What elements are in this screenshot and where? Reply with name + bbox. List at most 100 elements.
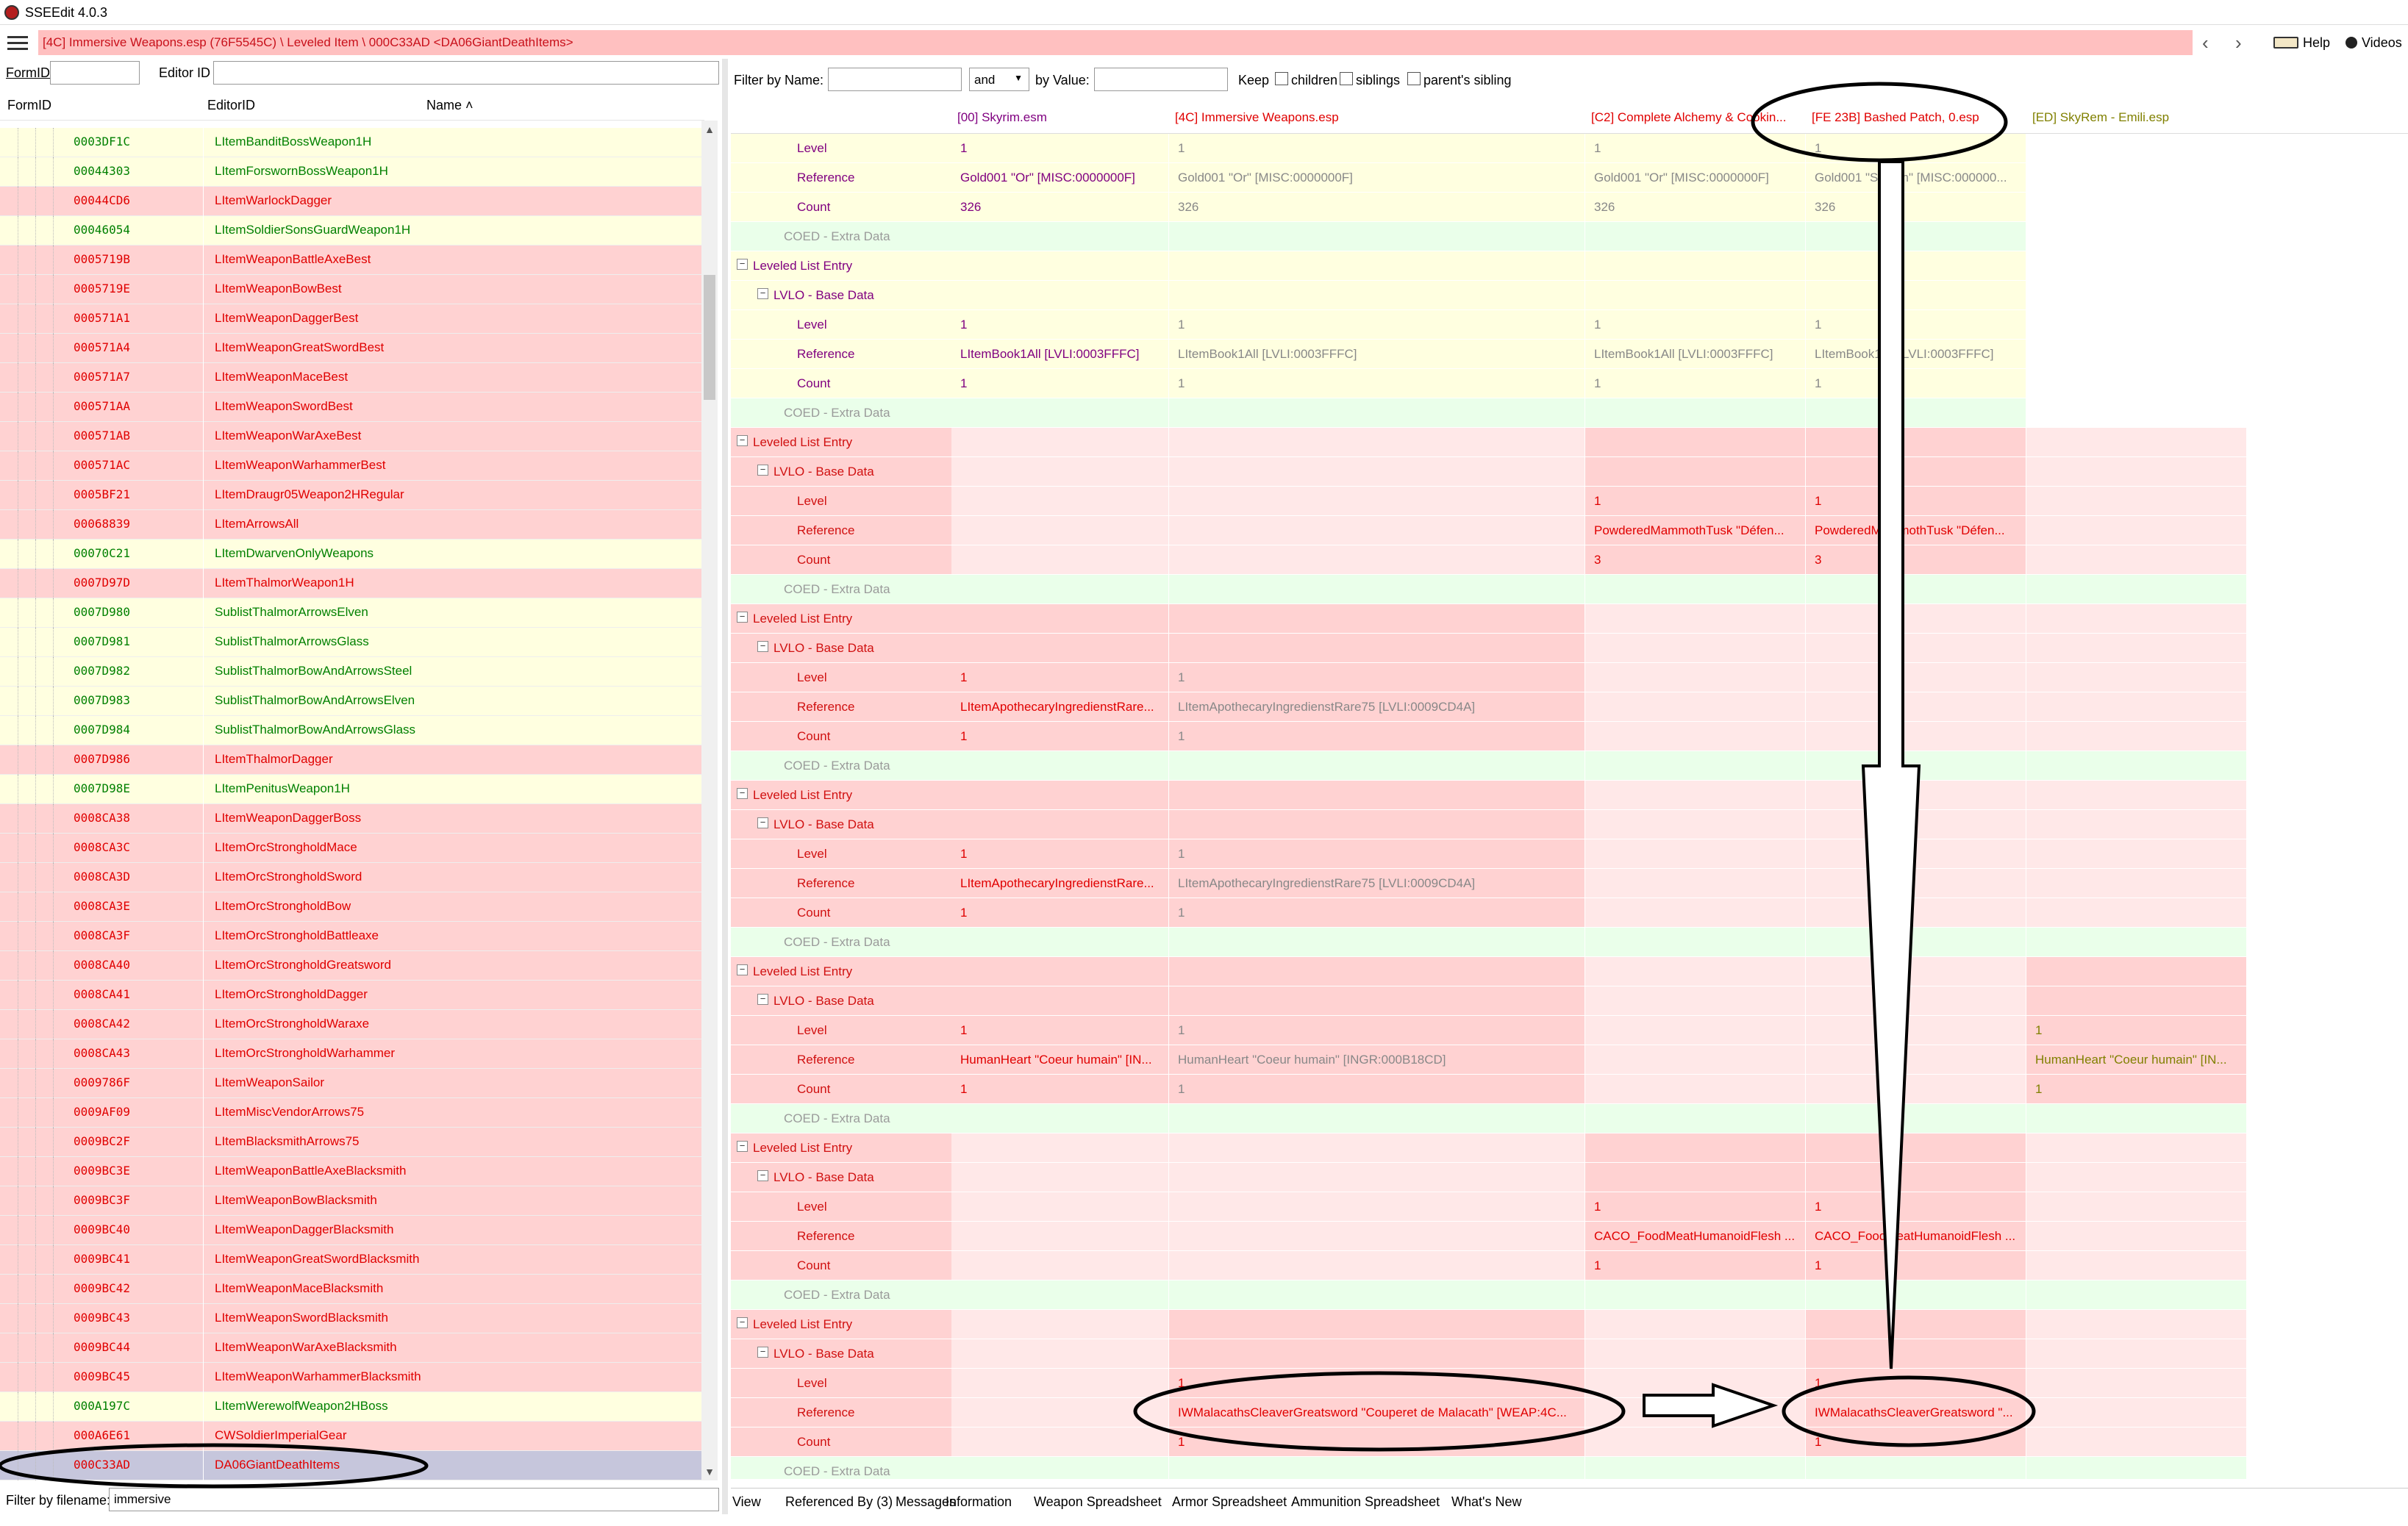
value-cell[interactable]: [1169, 457, 1585, 487]
forward-arrow-icon[interactable]: ›: [2235, 33, 2242, 52]
record-row-level[interactable]: Level 1 1: [731, 1192, 2408, 1222]
record-row-reference[interactable]: Reference CACO_FoodMeatHumanoidFlesh ... C…: [731, 1222, 2408, 1251]
value-cell[interactable]: 1: [951, 898, 1169, 928]
value-cell[interactable]: [1585, 457, 1806, 487]
value-cell[interactable]: LItemApothecaryIngredienstRare...: [951, 869, 1169, 898]
list-item[interactable]: 0007D983 SublistThalmorBowAndArrowsElven: [0, 687, 701, 716]
value-cell[interactable]: [1806, 1016, 2026, 1045]
value-cell[interactable]: PowderedMammothTusk "Défen...: [1585, 516, 1806, 545]
value-cell[interactable]: [2026, 398, 2247, 428]
list-item[interactable]: 0007D982 SublistThalmorBowAndArrowsSteel: [0, 657, 701, 687]
value-cell[interactable]: 1: [951, 369, 1169, 398]
value-cell[interactable]: [1169, 810, 1585, 839]
value-cell[interactable]: [951, 281, 1169, 310]
value-cell[interactable]: IWMalacathsCleaverGreatsword "Couperet d…: [1169, 1398, 1585, 1428]
collapse-toggle-icon[interactable]: −: [757, 1170, 768, 1181]
value-cell[interactable]: [1169, 1192, 1585, 1222]
list-item[interactable]: 0007D986 LItemThalmorDagger: [0, 745, 701, 775]
value-cell[interactable]: [1169, 1457, 1585, 1479]
record-row-lle[interactable]: − Leveled List Entry: [731, 428, 2408, 457]
formid-filter-input[interactable]: [50, 61, 140, 85]
value-cell[interactable]: 1: [1169, 310, 1585, 340]
list-item[interactable]: 00044303 LItemForswornBossWeapon1H: [0, 157, 701, 187]
collapse-toggle-icon[interactable]: −: [737, 1317, 748, 1328]
value-cell[interactable]: [951, 516, 1169, 545]
value-cell[interactable]: [1806, 663, 2026, 692]
list-item[interactable]: 000571AA LItemWeaponSwordBest: [0, 393, 701, 422]
value-cell[interactable]: [951, 487, 1169, 516]
value-cell[interactable]: HumanHeart "Coeur humain" [INGR:000B18CD…: [1169, 1045, 1585, 1075]
scroll-thumb[interactable]: [704, 275, 715, 400]
value-cell[interactable]: [951, 810, 1169, 839]
value-cell[interactable]: [1169, 428, 1585, 457]
value-cell[interactable]: [1585, 810, 1806, 839]
record-row-lvlo[interactable]: − LVLO - Base Data: [731, 986, 2408, 1016]
value-cell[interactable]: [1806, 428, 2026, 457]
value-cell[interactable]: IWMalacathsCleaverGreatsword "...: [1806, 1398, 2026, 1428]
value-cell[interactable]: [1169, 487, 1585, 516]
list-item[interactable]: 0007D98E LItemPenitusWeapon1H: [0, 775, 701, 804]
value-cell[interactable]: 1: [951, 310, 1169, 340]
value-cell[interactable]: [1169, 1339, 1585, 1369]
pane-splitter[interactable]: [722, 59, 728, 1514]
value-cell[interactable]: [1806, 1045, 2026, 1075]
siblings-checkbox[interactable]: [1340, 72, 1353, 85]
record-row-lle[interactable]: − Leveled List Entry: [731, 957, 2408, 986]
record-row-lle[interactable]: − Leveled List Entry: [731, 251, 2408, 281]
value-cell[interactable]: [1806, 1457, 2026, 1479]
value-cell[interactable]: [1806, 1310, 2026, 1339]
plugin-column-3[interactable]: [FE 23B] Bashed Patch, 0.esp: [1812, 110, 2022, 125]
left-scrollbar[interactable]: ▲ ▼: [701, 121, 718, 1480]
value-cell[interactable]: 3: [1585, 545, 1806, 575]
value-cell[interactable]: 326: [1585, 193, 1806, 222]
record-row-lvlo[interactable]: − LVLO - Base Data: [731, 810, 2408, 839]
value-cell[interactable]: [2026, 310, 2247, 340]
value-cell[interactable]: 1: [1585, 487, 1806, 516]
value-cell[interactable]: [1585, 1163, 1806, 1192]
value-cell[interactable]: [1806, 810, 2026, 839]
value-cell[interactable]: [1806, 692, 2026, 722]
value-cell[interactable]: [1806, 751, 2026, 781]
value-cell[interactable]: [1169, 1133, 1585, 1163]
value-cell[interactable]: [2026, 134, 2247, 163]
record-row-level[interactable]: Level 1 1: [731, 487, 2408, 516]
and-or-select[interactable]: and ▼: [969, 68, 1029, 91]
record-row-lle[interactable]: − Leveled List Entry: [731, 1133, 2408, 1163]
value-cell[interactable]: [2026, 1104, 2247, 1133]
list-item[interactable]: 0009BC41 LItemWeaponGreatSwordBlacksmith: [0, 1245, 701, 1275]
value-cell[interactable]: 1: [1806, 1192, 2026, 1222]
list-item[interactable]: 0008CA43 LItemOrcStrongholdWarhammer: [0, 1039, 701, 1069]
plugin-column-2[interactable]: [C2] Complete Alchemy & Cookin...: [1591, 110, 1801, 125]
value-cell[interactable]: [2026, 1280, 2247, 1310]
value-cell[interactable]: [2026, 1398, 2247, 1428]
value-cell[interactable]: LItemApothecaryIngredienstRare75 [LVLI:0…: [1169, 692, 1585, 722]
value-cell[interactable]: [1806, 781, 2026, 810]
list-item[interactable]: 0009BC44 LItemWeaponWarAxeBlacksmith: [0, 1333, 701, 1363]
value-cell[interactable]: [1585, 1133, 1806, 1163]
collapse-toggle-icon[interactable]: −: [737, 435, 748, 446]
value-cell[interactable]: [1585, 722, 1806, 751]
list-item[interactable]: 0008CA3C LItemOrcStrongholdMace: [0, 834, 701, 863]
value-cell[interactable]: [2026, 781, 2247, 810]
value-cell[interactable]: [2026, 222, 2247, 251]
value-cell[interactable]: [1806, 869, 2026, 898]
value-cell[interactable]: PowderedMammothTusk "Défen...: [1806, 516, 2026, 545]
value-cell[interactable]: [1585, 251, 1806, 281]
record-row-coed[interactable]: COED - Extra Data: [731, 398, 2408, 428]
value-cell[interactable]: [1169, 1163, 1585, 1192]
value-cell[interactable]: [1585, 575, 1806, 604]
tab-view[interactable]: View: [732, 1494, 761, 1510]
value-cell[interactable]: [1169, 1310, 1585, 1339]
record-row-coed[interactable]: COED - Extra Data: [731, 1280, 2408, 1310]
value-cell[interactable]: [2026, 428, 2247, 457]
value-cell[interactable]: [2026, 1339, 2247, 1369]
value-cell[interactable]: [951, 1192, 1169, 1222]
value-cell[interactable]: 1: [1169, 1016, 1585, 1045]
value-cell[interactable]: [1169, 222, 1585, 251]
value-cell[interactable]: [1806, 1104, 2026, 1133]
value-cell[interactable]: [951, 398, 1169, 428]
plugin-column-4[interactable]: [ED] SkyRem - Emili.esp: [2032, 110, 2243, 125]
value-cell[interactable]: [1585, 1104, 1806, 1133]
list-item[interactable]: 000A6E61 CWSoldierImperialGear: [0, 1422, 701, 1451]
list-item[interactable]: 0008CA40 LItemOrcStrongholdGreatsword: [0, 951, 701, 981]
